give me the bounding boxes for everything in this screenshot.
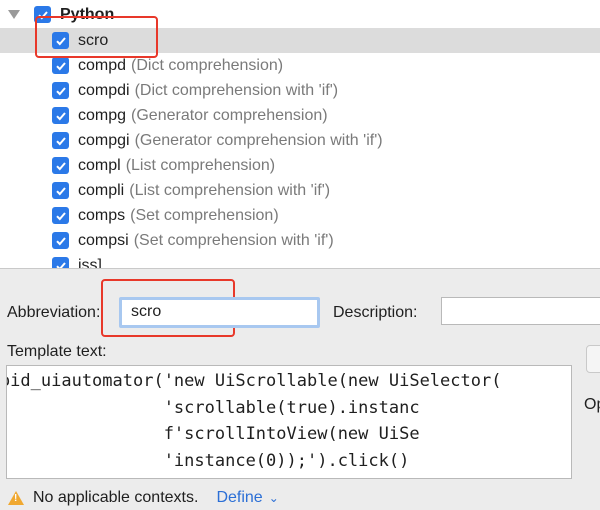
checkbox-icon[interactable] [52,207,69,224]
chevron-down-icon[interactable]: ⌄ [269,491,279,505]
item-description: (Set comprehension with 'if') [133,231,334,249]
checkbox-icon[interactable] [52,57,69,74]
checkbox-icon[interactable] [52,107,69,124]
item-abbreviation: compgi [78,131,130,149]
tree-item-compli[interactable]: compli (List comprehension with 'if') [0,178,600,203]
item-description: (Generator comprehension with 'if') [134,131,383,149]
tree-item-compl[interactable]: compl (List comprehension) [0,153,600,178]
checkbox-icon[interactable] [52,32,69,49]
code-line: 'scrollable(true).instanc [163,397,420,418]
tree-item-compsi[interactable]: compsi (Set comprehension with 'if') [0,228,600,253]
tree-item-comps[interactable]: comps (Set comprehension) [0,203,600,228]
context-footer: ! No applicable contexts. Define ⌄ [8,489,279,507]
templates-tree: Python scro compd (Dict comprehension) comp… [0,0,600,269]
item-description: (Dict comprehension with 'if') [134,81,339,99]
checkbox-icon[interactable] [52,182,69,199]
abbreviation-label: Abbreviation: [7,304,101,321]
options-label: Op [584,396,600,413]
template-text-editor[interactable]: android_uiautomator('new UiScrollable(ne… [6,365,572,479]
description-label: Description: [333,304,418,321]
item-abbreviation: compd [78,56,127,74]
abbreviation-input[interactable]: scro [119,297,320,328]
code-line: f'scrollIntoView(new UiSe [163,424,420,444]
tree-group-python[interactable]: Python [0,2,600,27]
tree-item-compdi[interactable]: compdi (Dict comprehension with 'if') [0,78,600,103]
item-description: (Set comprehension) [130,206,279,224]
tree-item-compg[interactable]: compg (Generator comprehension) [0,103,600,128]
checkbox-icon[interactable] [52,82,69,99]
checkbox-icon[interactable] [52,232,69,249]
item-abbreviation: compl [78,156,121,174]
item-abbreviation: scro [78,31,109,49]
template-text-label: Template text: [7,343,107,360]
item-abbreviation: compsi [78,231,129,249]
code-line: android_uiautomator('new UiScrollable(ne… [6,371,502,391]
checkbox-icon[interactable] [34,6,51,23]
description-input[interactable] [441,297,600,325]
checkbox-icon[interactable] [52,257,69,268]
tree-item-iss[interactable]: iss] [0,253,600,269]
code-line: 'instance(0));').click() [163,450,410,471]
tree-item-compd[interactable]: compd (Dict comprehension) [0,53,600,78]
define-link[interactable]: Define [216,489,262,507]
item-description: (List comprehension with 'if') [129,181,331,199]
checkbox-icon[interactable] [52,157,69,174]
item-abbreviation: iss] [78,256,102,269]
expand-triangle-icon[interactable] [8,10,20,19]
item-description: (Dict comprehension) [131,56,284,74]
item-abbreviation: compli [78,181,125,199]
edit-variables-button[interactable] [586,345,600,373]
item-description: (List comprehension) [125,156,276,174]
warning-icon: ! [8,491,24,505]
tree-item-compgi[interactable]: compgi (Generator comprehension with 'if'… [0,128,600,153]
item-abbreviation: compg [78,106,127,124]
item-abbreviation: comps [78,206,126,224]
warning-text: No applicable contexts. [33,489,199,506]
checkbox-icon[interactable] [52,132,69,149]
group-label: Python [60,5,115,23]
tree-item-scro[interactable]: scro [0,28,600,53]
item-description: (Generator comprehension) [131,106,328,124]
item-abbreviation: compdi [78,81,130,99]
